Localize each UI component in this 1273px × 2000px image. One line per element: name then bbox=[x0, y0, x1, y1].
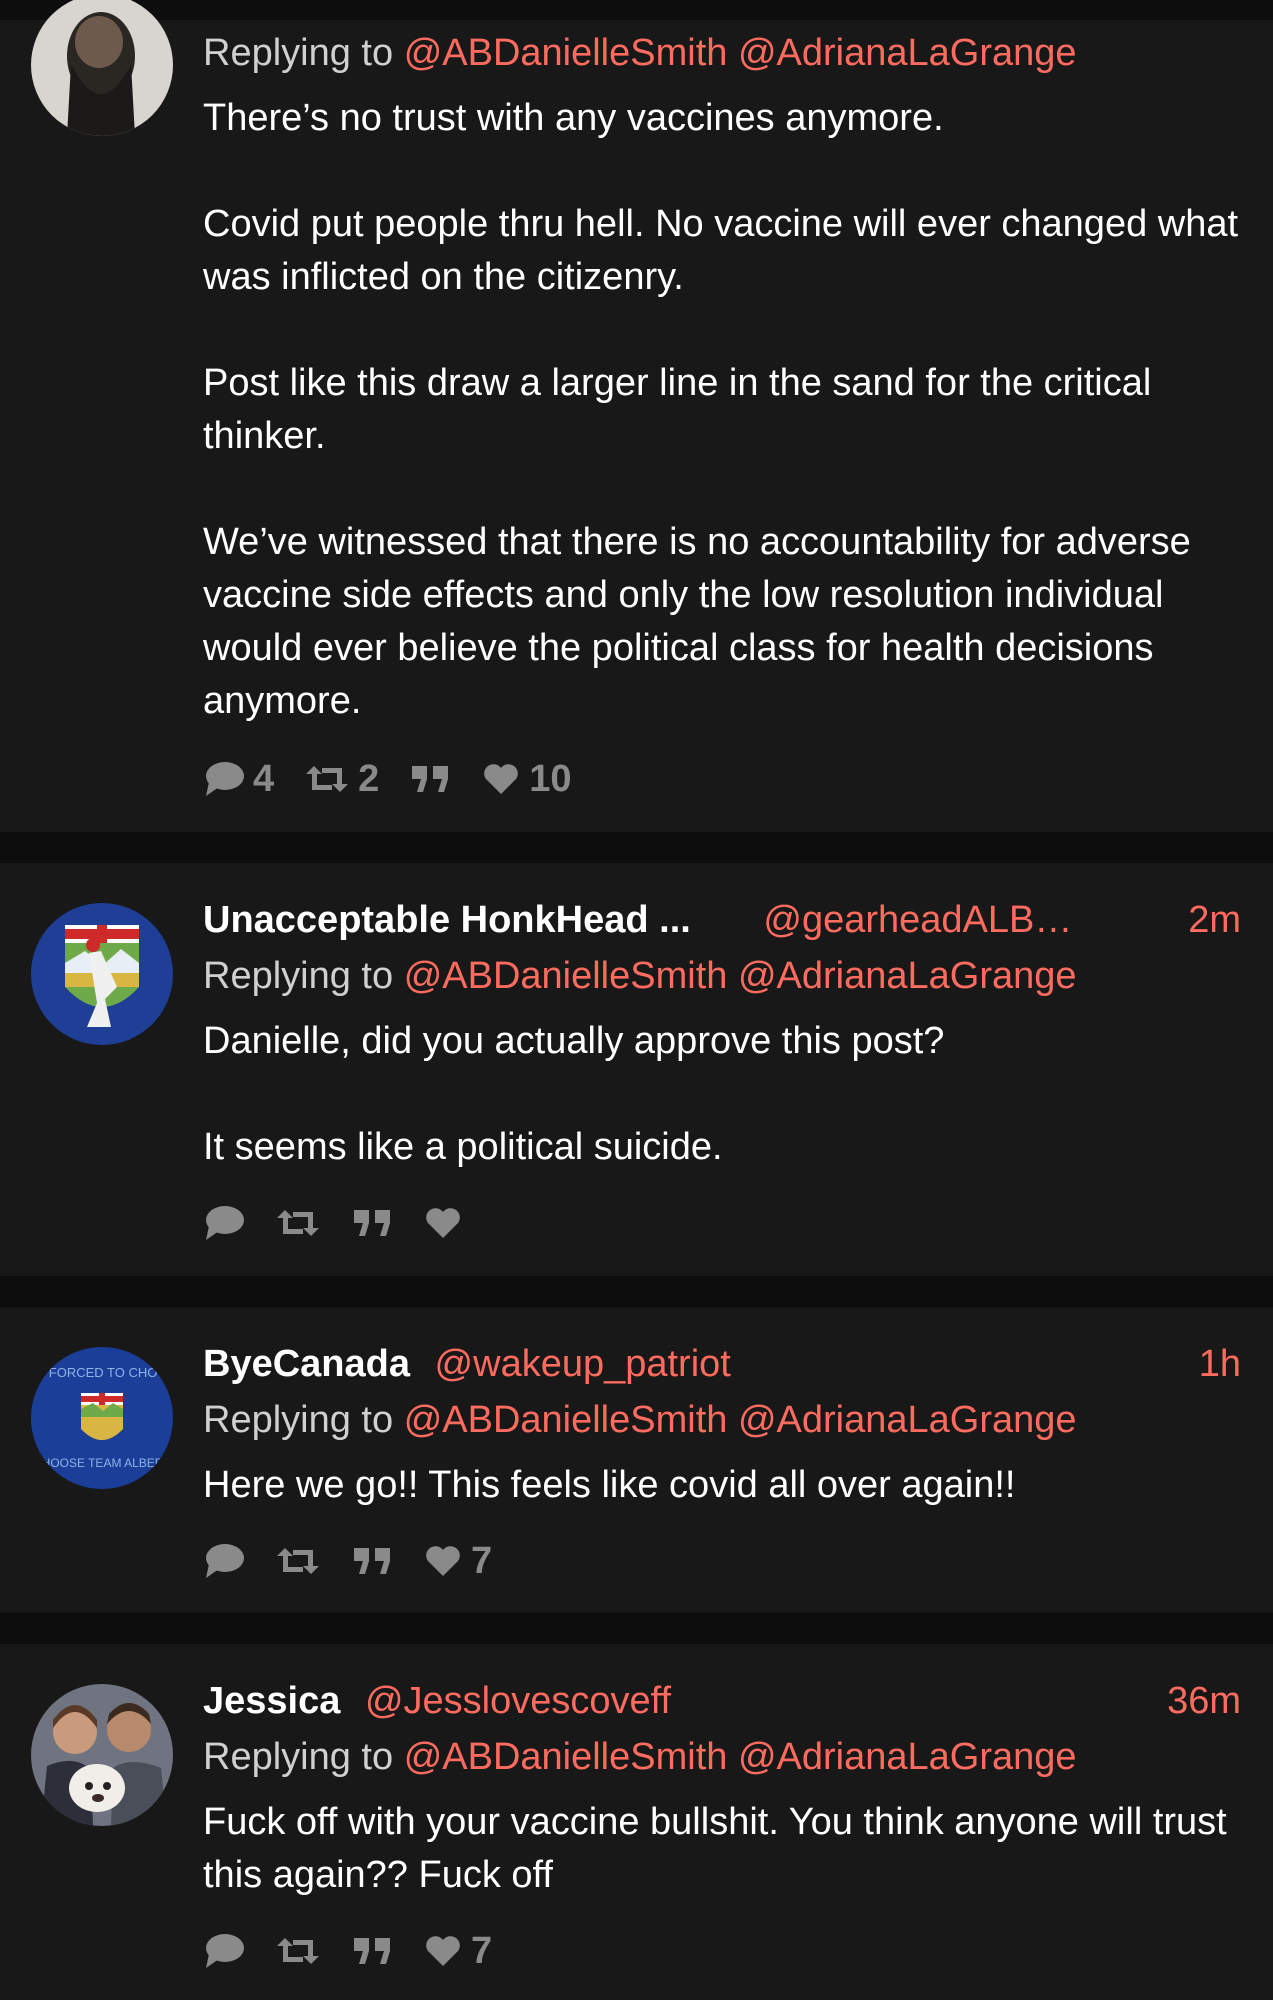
heart-icon bbox=[484, 764, 519, 794]
display-name[interactable]: Unacceptable HonkHead ... bbox=[203, 899, 691, 941]
avatar-team-alberta[interactable]: I AM FORCED TO CHOOSE I CHOOSE TEAM ALBE… bbox=[31, 1347, 173, 1489]
tweet-actions bbox=[203, 1198, 493, 1248]
tweet-paragraph: There’s no trust with any vaccines anymo… bbox=[203, 97, 944, 139]
retweet-button[interactable] bbox=[275, 1542, 321, 1580]
retweet-icon bbox=[277, 1548, 319, 1574]
tweet-paragraph: Fuck off with your vaccine bullshit. You… bbox=[203, 1801, 1227, 1896]
replying-prefix: Replying to bbox=[203, 955, 394, 997]
tweet-text: Danielle, did you actually approve this … bbox=[203, 1015, 1241, 1174]
avatar-image bbox=[31, 903, 173, 1045]
tweet-actions: 4 2 10 bbox=[203, 754, 602, 804]
tweet-actions: 7 bbox=[203, 1926, 522, 1976]
heart-icon bbox=[426, 1208, 460, 1238]
reply-button[interactable] bbox=[203, 1932, 245, 1970]
reply-button[interactable]: 4 bbox=[203, 758, 274, 801]
tweet-1[interactable]: Replying to @ABDanielleSmith @AdrianaLaG… bbox=[0, 0, 1273, 832]
tweet-text: Fuck off with your vaccine bullshit. You… bbox=[203, 1796, 1241, 1902]
like-count: 7 bbox=[471, 1929, 493, 1972]
retweet-button[interactable]: 2 bbox=[304, 758, 379, 801]
replying-to: Replying to @ABDanielleSmith @AdrianaLaG… bbox=[203, 951, 1241, 1001]
tweet-actions: 7 bbox=[203, 1536, 522, 1586]
speech-bubble-icon bbox=[206, 762, 244, 796]
user-handle[interactable]: @gearheadALB… bbox=[763, 899, 1072, 941]
retweet-button[interactable] bbox=[275, 1932, 321, 1970]
avatar-image bbox=[31, 1684, 173, 1826]
replying-to: Replying to @ABDanielleSmith @AdrianaLaG… bbox=[203, 1732, 1241, 1782]
avatar-caption-bottom: I CHOOSE TEAM ALBERTA bbox=[31, 1456, 173, 1470]
retweet-count: 2 bbox=[358, 757, 380, 800]
mention-link[interactable]: @AdrianaLaGrange bbox=[738, 32, 1077, 74]
tweet-paragraph: Danielle, did you actually approve this … bbox=[203, 1020, 945, 1062]
like-count: 7 bbox=[471, 1539, 493, 1582]
speech-bubble-icon bbox=[206, 1206, 244, 1240]
like-button[interactable] bbox=[423, 1204, 463, 1242]
tweet-header: ByeCanada @wakeup_patriot 1h bbox=[203, 1339, 1241, 1389]
user-handle[interactable]: @wakeup_patriot bbox=[435, 1343, 731, 1385]
display-name[interactable]: Jessica bbox=[203, 1680, 340, 1722]
like-button[interactable]: 10 bbox=[481, 757, 572, 801]
tweet-header: Jessica @Jesslovescoveff 36m bbox=[203, 1676, 1241, 1726]
heart-icon bbox=[426, 1546, 460, 1576]
reply-button[interactable] bbox=[203, 1542, 245, 1580]
retweet-icon bbox=[306, 766, 349, 792]
replying-to: Replying to @ABDanielleSmith @AdrianaLaG… bbox=[203, 1395, 1241, 1445]
quote-button[interactable] bbox=[351, 1932, 393, 1970]
quote-button[interactable] bbox=[409, 760, 451, 798]
quote-icon bbox=[354, 1210, 390, 1236]
replying-prefix: Replying to bbox=[203, 1399, 394, 1441]
tweet-paragraph: Here we go!! This feels like covid all o… bbox=[203, 1464, 1016, 1506]
like-button[interactable]: 7 bbox=[423, 1540, 492, 1583]
avatar-image bbox=[31, 0, 173, 136]
mention-link[interactable]: @AdrianaLaGrange bbox=[738, 1399, 1077, 1441]
tweet-header: Unacceptable HonkHead ... @gearheadALB… … bbox=[203, 895, 1241, 945]
reply-button[interactable] bbox=[203, 1204, 245, 1242]
replying-to: Replying to @ABDanielleSmith @AdrianaLaG… bbox=[203, 28, 1241, 78]
mention-link[interactable]: @ABDanielleSmith bbox=[404, 955, 728, 997]
tweet-3[interactable]: I AM FORCED TO CHOOSE I CHOOSE TEAM ALBE… bbox=[0, 1307, 1273, 1613]
avatar-bearded-man[interactable] bbox=[31, 0, 173, 136]
avatar-couple-with-dog[interactable] bbox=[31, 1684, 173, 1826]
like-count: 10 bbox=[529, 757, 572, 800]
quote-button[interactable] bbox=[351, 1204, 393, 1242]
mention-link[interactable]: @ABDanielleSmith bbox=[404, 1736, 728, 1778]
mention-link[interactable]: @AdrianaLaGrange bbox=[738, 955, 1077, 997]
speech-bubble-icon bbox=[206, 1544, 244, 1578]
quote-button[interactable] bbox=[351, 1542, 393, 1580]
replying-prefix: Replying to bbox=[203, 1736, 394, 1778]
mention-link[interactable]: @ABDanielleSmith bbox=[404, 1399, 728, 1441]
timestamp[interactable]: 36m bbox=[1167, 1676, 1241, 1726]
mention-link[interactable]: @ABDanielleSmith bbox=[404, 32, 728, 74]
reply-count: 4 bbox=[253, 757, 275, 800]
heart-icon bbox=[426, 1936, 460, 1966]
retweet-icon bbox=[277, 1210, 319, 1236]
tweet-paragraph: Post like this draw a larger line in the… bbox=[203, 362, 1152, 457]
quote-icon bbox=[354, 1938, 390, 1964]
tweet-text: There’s no trust with any vaccines anymo… bbox=[203, 92, 1241, 728]
quote-icon bbox=[354, 1548, 390, 1574]
retweet-icon bbox=[277, 1938, 319, 1964]
tweet-paragraph: We’ve witnessed that there is no account… bbox=[203, 521, 1191, 722]
tweet-text: Here we go!! This feels like covid all o… bbox=[203, 1459, 1241, 1512]
tweet-paragraph: It seems like a political suicide. bbox=[203, 1126, 723, 1168]
avatar-image: I AM FORCED TO CHOOSE I CHOOSE TEAM ALBE… bbox=[31, 1347, 173, 1489]
avatar-alberta-crest[interactable] bbox=[31, 903, 173, 1045]
display-name[interactable]: ByeCanada bbox=[203, 1343, 410, 1385]
tweet-4[interactable]: Jessica @Jesslovescoveff 36m Replying to… bbox=[0, 1644, 1273, 2000]
like-button[interactable]: 7 bbox=[423, 1930, 492, 1973]
user-handle[interactable]: @Jesslovescoveff bbox=[365, 1680, 671, 1722]
quote-icon bbox=[412, 766, 449, 792]
mention-link[interactable]: @AdrianaLaGrange bbox=[738, 1736, 1077, 1778]
speech-bubble-icon bbox=[206, 1934, 244, 1968]
timestamp[interactable]: 2m bbox=[1188, 895, 1241, 945]
retweet-button[interactable] bbox=[275, 1204, 321, 1242]
timestamp[interactable]: 1h bbox=[1199, 1339, 1241, 1389]
avatar-caption-top: I AM FORCED TO CHOOSE bbox=[31, 1365, 173, 1380]
replying-prefix: Replying to bbox=[203, 32, 394, 74]
tweet-2[interactable]: Unacceptable HonkHead ... @gearheadALB… … bbox=[0, 863, 1273, 1276]
tweet-paragraph: Covid put people thru hell. No vaccine w… bbox=[203, 203, 1239, 298]
